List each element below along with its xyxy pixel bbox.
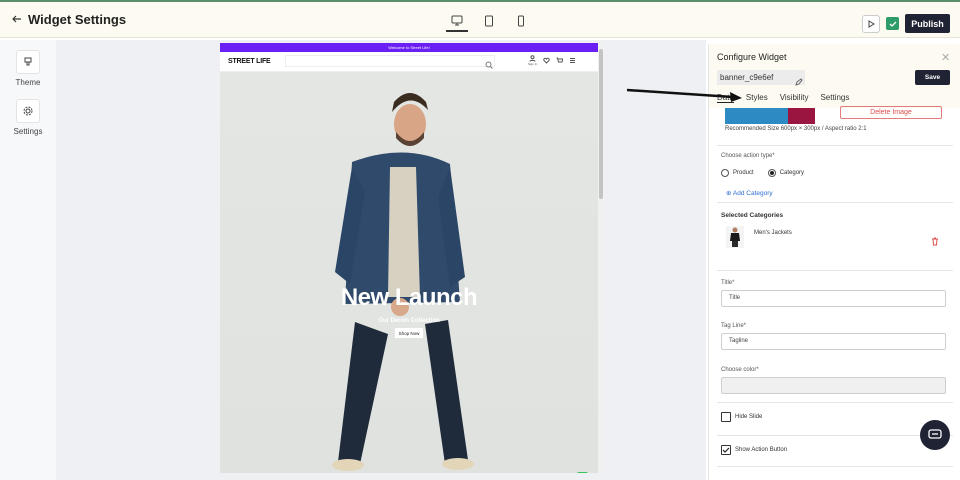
tablet-icon[interactable] <box>478 10 500 32</box>
settings-tool[interactable]: Settings <box>0 99 56 136</box>
menu-icon[interactable] <box>569 57 576 64</box>
store-logo[interactable]: STREET LIFE <box>228 58 271 65</box>
show-action-label: Show Action Button <box>735 447 788 453</box>
preview-play-button[interactable] <box>862 15 880 33</box>
check-icon <box>722 447 730 453</box>
trash-icon[interactable] <box>931 233 939 251</box>
divider <box>717 270 953 271</box>
configure-widget-panel: Configure Widget ✕ banner_c9e6ef Save Da… <box>708 44 960 480</box>
product-radio[interactable] <box>721 169 729 177</box>
mobile-icon[interactable] <box>510 10 532 32</box>
check-icon <box>889 21 896 27</box>
config-tabs: Data Styles Visibility Settings <box>717 93 849 103</box>
divider <box>717 435 953 436</box>
chat-button[interactable] <box>920 420 950 450</box>
show-action-checkbox[interactable] <box>721 445 731 455</box>
scrollbar-thumb[interactable] <box>599 49 603 199</box>
pencil-icon[interactable] <box>795 73 803 91</box>
banner-thumbnail <box>725 108 815 124</box>
gear-icon <box>16 99 40 123</box>
hero-banner[interactable]: New Launch Our Denim Collection Shop Now <box>220 72 598 473</box>
plus-circle-icon: ⊕ <box>726 190 732 197</box>
store-search-input[interactable] <box>285 55 495 67</box>
widget-name-field[interactable]: banner_c9e6ef <box>717 70 805 85</box>
settings-label: Settings <box>13 127 43 136</box>
header-icons: Sign In <box>528 55 576 66</box>
product-radio-label: Product <box>733 170 754 176</box>
theme-tool[interactable]: Theme <box>0 50 56 87</box>
page-title: Widget Settings <box>28 12 127 27</box>
heart-icon[interactable] <box>543 57 551 64</box>
divider <box>717 145 953 146</box>
signin-label: Sign In <box>528 62 538 66</box>
device-switcher <box>446 10 532 32</box>
panel-header: Configure Widget ✕ banner_c9e6ef Save Da… <box>709 44 960 108</box>
account-button[interactable]: Sign In <box>528 55 537 66</box>
hero-title: New Launch <box>340 284 478 311</box>
preview-scrollbar[interactable] <box>598 43 604 473</box>
chat-icon <box>928 429 942 439</box>
save-button[interactable]: Save <box>915 70 950 85</box>
title-label: Title* <box>721 280 735 286</box>
store-header: STREET LIFE Sign In <box>220 52 598 72</box>
tagline-input[interactable]: Tagline <box>721 333 946 350</box>
color-label: Choose color* <box>721 367 759 373</box>
play-icon <box>868 20 875 28</box>
tab-settings[interactable]: Settings <box>820 93 849 103</box>
delete-image-button[interactable]: Delete Image <box>840 106 942 119</box>
theme-label: Theme <box>15 78 41 87</box>
divider <box>717 466 953 467</box>
divider <box>717 202 953 203</box>
arrow-left-icon[interactable] <box>12 13 22 27</box>
tagline-label: Tag Line* <box>721 323 747 329</box>
title-input[interactable]: Title <box>721 290 946 307</box>
recommended-size-text: Recommended Size 600px × 300px / Aspect … <box>725 126 867 132</box>
announcement-bar: Welcome to Street Life! <box>220 43 598 52</box>
hide-slide-checkbox[interactable] <box>721 412 731 422</box>
close-icon[interactable]: ✕ <box>941 51 950 64</box>
store-preview[interactable]: Welcome to Street Life! STREET LIFE Sign… <box>220 43 598 473</box>
add-category-label: Add Category <box>732 190 773 197</box>
cart-icon[interactable] <box>556 57 564 64</box>
tab-data[interactable]: Data <box>717 93 734 103</box>
panel-title: Configure Widget <box>717 52 787 62</box>
tab-visibility[interactable]: Visibility <box>780 93 809 103</box>
add-category-link[interactable]: ⊕ Add Category <box>726 189 773 197</box>
selected-categories-label: Selected Categories <box>721 212 784 219</box>
palette-icon <box>16 50 40 74</box>
top-bar: Widget Settings Publish <box>0 0 960 38</box>
category-name: Men's Jackets <box>754 230 792 236</box>
action-type-label: Choose action type* <box>721 153 775 159</box>
divider <box>717 402 953 403</box>
hero-model-image <box>332 93 474 471</box>
category-thumbnail <box>726 226 744 248</box>
user-icon <box>529 55 536 62</box>
category-radio-label: Category <box>779 170 805 176</box>
hero-tagline: Our Denim Collection <box>378 318 440 324</box>
tab-styles[interactable]: Styles <box>746 93 768 103</box>
whatsapp-icon[interactable] <box>577 472 588 473</box>
hide-slide-label: Hide Slide <box>735 414 763 420</box>
save-check-button[interactable] <box>886 17 899 30</box>
shop-now-button[interactable]: Shop Now <box>395 328 423 338</box>
category-radio[interactable] <box>767 169 776 177</box>
left-toolbar: Theme Settings <box>0 40 56 480</box>
publish-button[interactable]: Publish <box>905 14 950 33</box>
desktop-icon[interactable] <box>446 10 468 32</box>
color-input[interactable] <box>721 377 946 394</box>
action-type-radios: Product Category <box>721 169 804 177</box>
